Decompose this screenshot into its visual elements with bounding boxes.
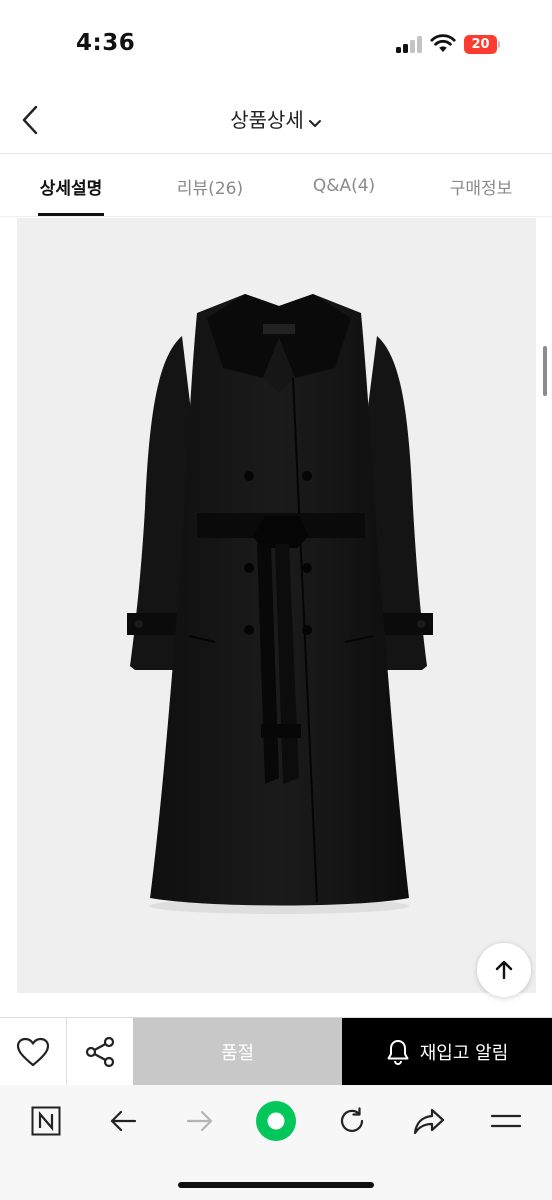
tab-purchase-info[interactable]: 구매정보	[430, 155, 532, 217]
home-button[interactable]	[254, 1099, 298, 1143]
menu-button[interactable]	[484, 1099, 528, 1143]
heart-icon	[16, 1037, 50, 1066]
scroll-top-button[interactable]	[477, 943, 531, 997]
browser-share-button[interactable]	[407, 1099, 451, 1143]
scrollbar-thumb[interactable]	[543, 346, 547, 396]
restock-alert-label: 재입고 알림	[419, 1042, 509, 1064]
product-image	[17, 218, 536, 993]
arrow-up-icon	[495, 960, 513, 980]
refresh-icon	[340, 1107, 364, 1132]
signal-icon	[396, 36, 424, 53]
tab-qna[interactable]: Q&A(4)	[294, 155, 394, 217]
naver-icon	[31, 1106, 61, 1136]
trench-coat-image	[127, 294, 433, 914]
browser-back-button[interactable]	[101, 1099, 145, 1143]
battery-icon: 20	[464, 35, 500, 54]
detail-tabs: 상세설명 리뷰(26) Q&A(4) 구매정보	[0, 155, 552, 217]
browser-forward-button[interactable]	[178, 1099, 222, 1143]
page-header: 상품상세	[0, 90, 552, 154]
naver-button[interactable]	[24, 1099, 68, 1143]
bell-icon	[387, 1039, 409, 1065]
refresh-button[interactable]	[330, 1099, 374, 1143]
tab-reviews[interactable]: 리뷰(26)	[160, 155, 260, 217]
active-tab-indicator	[38, 213, 104, 216]
status-bar: 4:36 20	[0, 0, 552, 90]
home-dot-icon	[256, 1101, 296, 1141]
home-indicator[interactable]	[178, 1182, 374, 1188]
tab-description[interactable]: 상세설명	[20, 155, 122, 217]
status-time: 4:36	[76, 30, 136, 56]
wifi-icon	[430, 33, 456, 53]
share-arrow-icon	[413, 1108, 445, 1135]
like-button[interactable]	[0, 1018, 67, 1085]
soldout-button[interactable]: 품절	[133, 1018, 342, 1085]
restock-alert-button[interactable]: 재입고 알림	[342, 1018, 552, 1085]
share-icon	[85, 1036, 115, 1067]
battery-level: 20	[464, 35, 497, 54]
page-title[interactable]: 상품상세	[0, 104, 552, 134]
back-arrow-icon	[110, 1110, 137, 1132]
purchase-action-bar: 품절 재입고 알림	[0, 1017, 552, 1085]
chevron-down-icon	[308, 110, 322, 134]
page-title-text: 상품상세	[230, 108, 304, 132]
share-button[interactable]	[67, 1018, 133, 1085]
forward-arrow-icon	[186, 1110, 213, 1132]
menu-icon	[491, 1114, 521, 1128]
